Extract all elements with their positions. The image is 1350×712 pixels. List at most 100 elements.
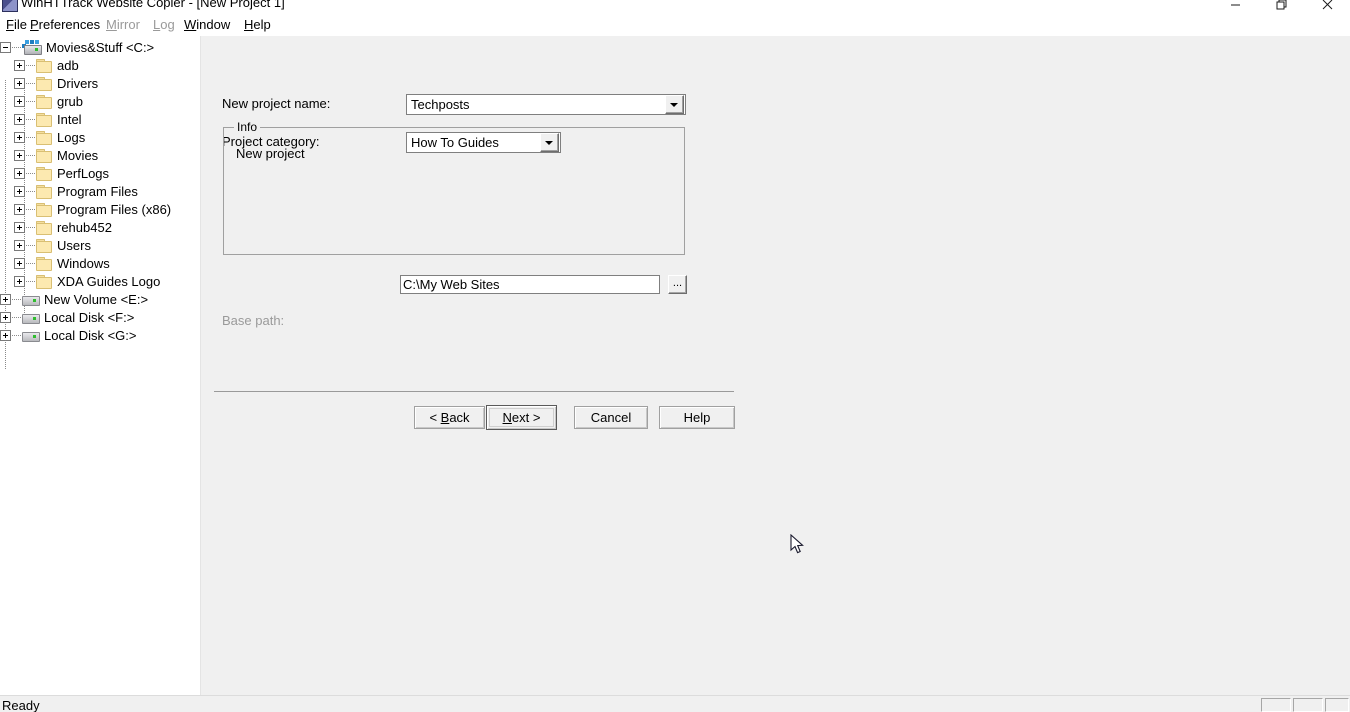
menu-preferences[interactable]: Preferences — [28, 14, 102, 36]
expand-icon[interactable] — [14, 185, 25, 197]
tree-item[interactable]: Movies — [14, 146, 98, 164]
tree-item-label: adb — [57, 57, 79, 73]
tree-connector — [26, 208, 35, 210]
expand-icon[interactable] — [14, 131, 25, 143]
status-bar: Ready — [0, 695, 1350, 712]
minimize-icon[interactable] — [1212, 0, 1258, 13]
tree-item-label: rehub452 — [57, 219, 112, 235]
tree-item[interactable]: Local Disk <G:> — [0, 326, 137, 344]
folder-icon — [36, 220, 52, 235]
button-separator — [214, 391, 734, 392]
tree-connector — [26, 118, 35, 120]
tree-item-label: Movies — [57, 147, 99, 163]
collapse-icon[interactable] — [0, 41, 11, 53]
tree-item-label: New Volume <E:> — [44, 291, 149, 307]
new-project-wizard-panel: New project name: Techposts Project cate… — [200, 36, 1350, 695]
tree-item[interactable]: grub — [14, 92, 83, 110]
folder-icon — [36, 112, 52, 127]
project-name-value: Techposts — [411, 97, 470, 112]
expand-icon[interactable] — [14, 257, 25, 269]
expand-icon[interactable] — [0, 311, 11, 323]
folder-icon — [36, 274, 52, 289]
drive-icon — [22, 329, 40, 342]
tree-item-label: grub — [57, 93, 84, 109]
expand-icon[interactable] — [14, 275, 25, 287]
tree-connector — [12, 316, 21, 318]
tree-item[interactable]: Program Files (x86) — [14, 200, 171, 218]
expand-icon[interactable] — [14, 239, 25, 251]
expand-icon[interactable] — [14, 149, 25, 161]
tree-connector — [12, 334, 21, 336]
help-button-label: Help — [683, 410, 711, 425]
next-button[interactable]: Next > — [486, 405, 557, 430]
expand-icon[interactable] — [14, 203, 25, 215]
tree-item[interactable]: Program Files — [14, 182, 138, 200]
tree-item[interactable]: PerfLogs — [14, 164, 109, 182]
expand-icon[interactable] — [14, 59, 25, 71]
cancel-button-label: Cancel — [590, 410, 632, 425]
info-groupbox: Info New project — [223, 120, 685, 255]
folder-icon — [36, 148, 52, 163]
project-name-label: New project name: — [222, 96, 331, 111]
tree-item[interactable]: Users — [14, 236, 91, 254]
window-controls — [1212, 0, 1350, 13]
expand-icon[interactable] — [0, 329, 11, 341]
folder-icon — [36, 130, 52, 145]
computer-drive-icon — [22, 40, 42, 55]
tree-connector — [12, 298, 21, 300]
base-path-input[interactable]: C:\My Web Sites — [400, 275, 660, 294]
expand-icon[interactable] — [14, 77, 25, 89]
tree-item[interactable]: New Volume <E:> — [0, 290, 148, 308]
tree-item-label: Local Disk <G:> — [44, 327, 137, 343]
project-name-combo[interactable]: Techposts — [406, 94, 686, 115]
menu-window[interactable]: Window — [182, 14, 232, 36]
drive-icon — [22, 311, 40, 324]
tree-item-label: XDA Guides Logo — [57, 273, 161, 289]
tree-item[interactable]: Logs — [14, 128, 85, 146]
tree-item[interactable]: Windows — [14, 254, 110, 272]
tree-item-label: Users — [57, 237, 91, 253]
tree-item-label: Windows — [57, 255, 110, 271]
expand-icon[interactable] — [14, 167, 25, 179]
tree-item[interactable]: rehub452 — [14, 218, 112, 236]
folder-icon — [36, 202, 52, 217]
folder-tree-panel[interactable]: Movies&Stuff <C:> adb Drivers grub Intel Logs… — [0, 36, 197, 695]
folder-icon — [36, 94, 52, 109]
app-icon — [2, 0, 18, 12]
tree-connector — [26, 226, 35, 228]
tree-item-label: PerfLogs — [57, 165, 110, 181]
expand-icon[interactable] — [0, 293, 11, 305]
back-button[interactable]: < Back — [414, 406, 485, 429]
menu-help[interactable]: Help — [242, 14, 273, 36]
expand-icon[interactable] — [14, 95, 25, 107]
status-text: Ready — [2, 698, 40, 712]
tree-item[interactable]: XDA Guides Logo — [14, 272, 160, 290]
status-pane — [1293, 698, 1323, 712]
tree-item[interactable]: Intel — [14, 110, 82, 128]
tree-item-label: Program Files (x86) — [57, 201, 172, 217]
tree-item[interactable]: adb — [14, 56, 79, 74]
tree-item-label: Drivers — [57, 75, 99, 91]
tree-item[interactable]: Movies&Stuff <C:> — [0, 38, 154, 56]
restore-icon[interactable] — [1258, 0, 1304, 13]
tree-connector — [26, 172, 35, 174]
expand-icon[interactable] — [14, 221, 25, 233]
folder-icon — [36, 238, 52, 253]
expand-icon[interactable] — [14, 113, 25, 125]
cancel-button[interactable]: Cancel — [574, 406, 648, 429]
close-icon[interactable] — [1304, 0, 1350, 13]
tree-item-label: Program Files — [57, 183, 138, 199]
tree-item-label: Movies&Stuff <C:> — [46, 39, 155, 55]
tree-connector — [26, 82, 35, 84]
back-button-label: < Back — [429, 410, 470, 425]
tree-item[interactable]: Drivers — [14, 74, 98, 92]
info-groupbox-title: Info — [234, 120, 261, 134]
tree-item[interactable]: Local Disk <F:> — [0, 308, 134, 326]
folder-icon — [36, 76, 52, 91]
browse-base-path-button[interactable]: ... — [668, 275, 687, 294]
menu-file[interactable]: File — [4, 14, 29, 36]
tree-connector — [26, 244, 35, 246]
tree-item-label: Local Disk <F:> — [44, 309, 135, 325]
chevron-down-icon[interactable] — [665, 95, 684, 114]
help-button[interactable]: Help — [659, 406, 735, 429]
